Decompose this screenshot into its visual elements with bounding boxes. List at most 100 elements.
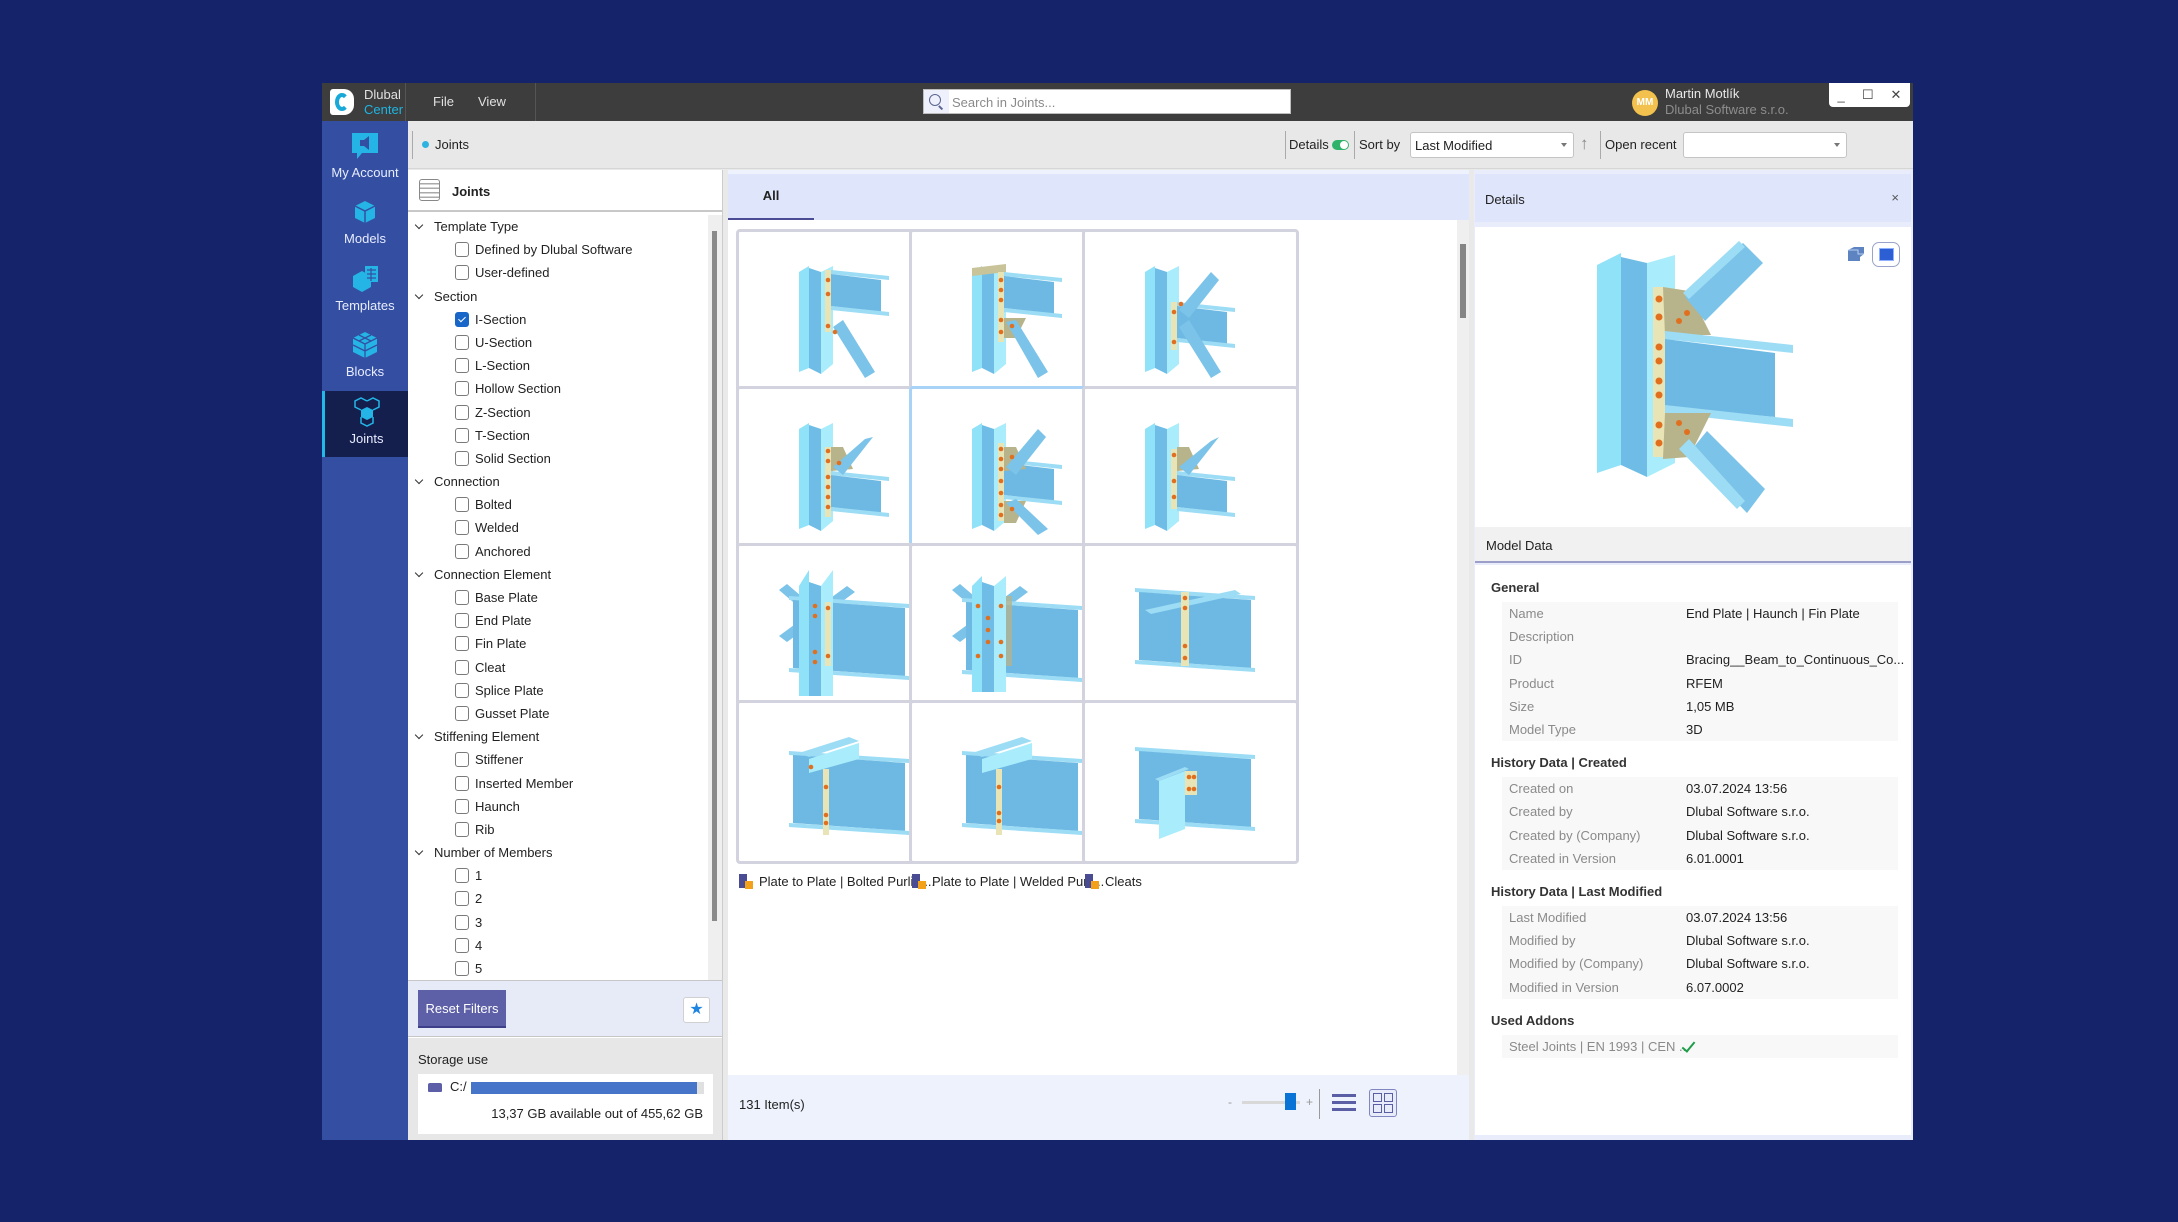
checkbox[interactable] (455, 450, 469, 466)
filter-option[interactable]: Z-Section (408, 401, 710, 424)
checkbox[interactable] (455, 868, 469, 884)
nav-item-blocks[interactable]: Blocks (322, 324, 408, 390)
reset-filters-button[interactable]: Reset Filters (418, 990, 506, 1028)
filter-group[interactable]: Connection (408, 470, 710, 493)
nav-item-models[interactable]: Models (322, 191, 408, 257)
chevron-down-icon[interactable] (414, 290, 424, 299)
filter-group[interactable]: Section (408, 285, 710, 308)
star-icon[interactable]: ★ (683, 997, 710, 1023)
close-details-icon[interactable]: × (1891, 190, 1899, 205)
close-button[interactable]: ✕ (1891, 87, 1902, 103)
chevron-down-icon[interactable] (414, 730, 424, 740)
filter-group[interactable]: Template Type (408, 215, 710, 238)
checkbox[interactable] (455, 798, 469, 814)
open-recent-select[interactable] (1683, 132, 1847, 158)
joint-thumbnail-frame[interactable] (1082, 543, 1299, 707)
user-info[interactable]: Martin Motlík Dlubal Software s.r.o. (1665, 86, 1789, 118)
checkbox[interactable] (455, 914, 469, 930)
checkbox[interactable] (455, 891, 469, 907)
checkbox[interactable] (455, 311, 469, 327)
checkbox[interactable] (455, 497, 469, 513)
breadcrumb[interactable]: Joints (422, 137, 469, 152)
filter-option[interactable]: 2 (408, 887, 710, 910)
details-toggle[interactable] (1332, 140, 1349, 150)
checkbox[interactable] (455, 543, 469, 559)
checkbox[interactable] (455, 334, 469, 350)
checkbox[interactable] (455, 961, 469, 976)
filter-option[interactable]: Defined by Dlubal Software (408, 238, 710, 261)
minimize-button[interactable]: _ (1838, 88, 1845, 103)
3d-view-icon[interactable] (1847, 246, 1865, 262)
filter-scrollbar[interactable] (708, 215, 722, 980)
chevron-down-icon[interactable] (414, 475, 424, 485)
filter-option[interactable]: Inserted Member (408, 772, 710, 795)
checkbox[interactable] (455, 590, 469, 605)
checkbox[interactable] (455, 705, 469, 721)
filter-option[interactable]: T-Section (408, 424, 710, 447)
checkbox[interactable] (455, 636, 469, 652)
checkbox[interactable] (455, 242, 469, 258)
filter-option[interactable]: Gusset Plate (408, 702, 710, 725)
joint-thumbnail-frame[interactable] (1082, 386, 1299, 550)
zoom-out-button[interactable]: - (1228, 1095, 1232, 1109)
joint-card-label[interactable]: Cleats (1084, 874, 1142, 889)
user-avatar[interactable]: MM (1632, 90, 1658, 116)
filter-option[interactable]: Rib (408, 818, 710, 841)
filter-group[interactable]: Connection Element (408, 563, 710, 586)
chevron-down-icon[interactable] (414, 846, 424, 856)
filter-option[interactable]: Cleat (408, 656, 710, 679)
joint-card-label[interactable]: Plate to Plate | Welded Purli... (911, 874, 1104, 889)
filter-option[interactable]: 4 (408, 934, 710, 957)
search-icon[interactable] (924, 90, 949, 113)
image-view-icon[interactable] (1872, 242, 1900, 267)
checkbox[interactable] (455, 613, 469, 629)
filter-option[interactable]: Haunch (408, 795, 710, 818)
filter-option[interactable]: Hollow Section (408, 377, 710, 400)
list-view-icon[interactable] (1332, 1092, 1356, 1114)
filter-option[interactable]: User-defined (408, 261, 710, 284)
filter-option[interactable]: End Plate (408, 609, 710, 632)
zoom-in-button[interactable]: + (1306, 1095, 1313, 1109)
grid-scrollbar[interactable] (1457, 220, 1469, 1075)
scrollbar-thumb[interactable] (712, 231, 717, 921)
filter-group[interactable]: Number of Members (408, 841, 710, 864)
sort-direction-up-icon[interactable]: ↑ (1580, 134, 1589, 154)
checkbox[interactable] (455, 520, 469, 536)
filter-option[interactable]: Splice Plate (408, 679, 710, 702)
grid-view-icon[interactable] (1369, 1089, 1397, 1117)
filter-group[interactable]: Stiffening Element (408, 725, 710, 748)
checkbox[interactable] (455, 427, 469, 443)
nav-item-my-account[interactable]: My Account (322, 125, 408, 191)
filter-option[interactable]: U-Section (408, 331, 710, 354)
filter-option[interactable]: Stiffener (408, 748, 710, 771)
tab-all[interactable]: All (728, 174, 814, 220)
scrollbar-thumb[interactable] (1460, 244, 1466, 318)
checkbox[interactable] (455, 821, 469, 837)
chevron-down-icon[interactable] (414, 568, 424, 578)
sort-select[interactable]: Last Modified (1410, 132, 1574, 158)
filter-option[interactable]: Solid Section (408, 447, 710, 470)
filter-option[interactable]: Base Plate (408, 586, 710, 609)
joint-card[interactable]: Cleats (1082, 700, 1299, 900)
filter-option[interactable]: L-Section (408, 354, 710, 377)
menu-view[interactable]: View (478, 94, 506, 109)
joint-card-label[interactable]: Plate to Plate | Bolted Purlin ... (738, 874, 935, 889)
checkbox[interactable] (455, 659, 469, 675)
nav-item-joints[interactable]: Joints (322, 391, 408, 457)
filter-option[interactable]: 5 (408, 957, 710, 980)
filter-option[interactable]: 3 (408, 911, 710, 934)
zoom-slider-thumb[interactable] (1285, 1093, 1297, 1110)
filter-option[interactable]: Fin Plate (408, 632, 710, 655)
filter-option[interactable]: 1 (408, 864, 710, 887)
filter-option[interactable]: I-Section (408, 308, 710, 331)
maximize-button[interactable]: ☐ (1862, 87, 1874, 103)
checkbox[interactable] (455, 682, 469, 698)
checkbox[interactable] (455, 775, 469, 791)
filter-option[interactable]: Welded (408, 516, 710, 539)
search-input[interactable] (952, 93, 1282, 111)
checkbox[interactable] (455, 265, 469, 281)
chevron-down-icon[interactable] (414, 220, 424, 230)
checkbox[interactable] (455, 937, 469, 953)
nav-item-templates[interactable]: Templates (322, 258, 408, 324)
joint-thumbnail-frame[interactable] (1082, 700, 1299, 864)
